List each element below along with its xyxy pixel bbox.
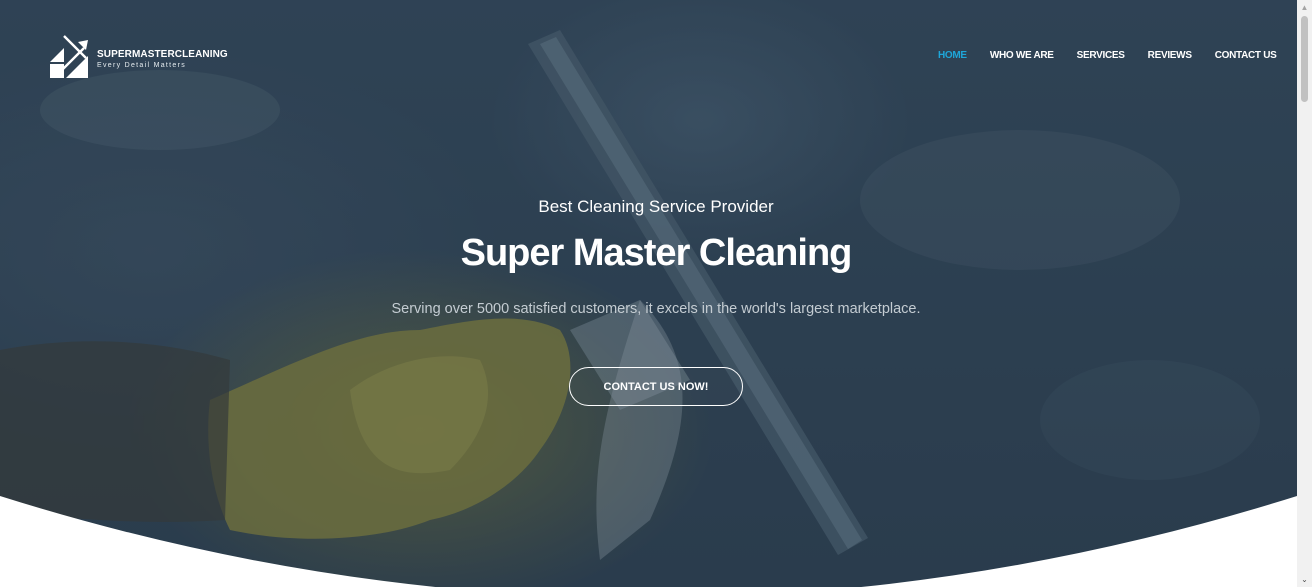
nav-item-reviews[interactable]: REVIEWS [1148,50,1192,61]
nav-item-home[interactable]: HOME [938,50,967,61]
brand-logo[interactable]: SUPERMASTERCLEANING Every Detail Matters [48,34,228,80]
brand-name: SUPERMASTERCLEANING [97,48,228,60]
page-scrollbar[interactable]: ▲ ⌄ [1297,0,1312,587]
hero-section [0,0,1297,587]
hero-title: Super Master Cleaning [460,232,853,274]
brand-text: SUPERMASTERCLEANING Every Detail Matters [97,49,228,70]
nav-item-contact-us[interactable]: CONTACT US [1215,50,1277,61]
chevron-down-icon[interactable]: ⌄ [1300,575,1309,584]
brand-tagline: Every Detail Matters [97,61,187,69]
chevron-up-icon[interactable]: ▲ [1300,3,1309,12]
contact-us-now-button[interactable]: CONTACT US NOW! [569,367,743,406]
hero-kicker: Best Cleaning Service Provider [538,197,774,216]
diamond-arrow-logo-icon [50,35,88,78]
nav-item-who-we-are[interactable]: WHO WE ARE [990,50,1054,61]
bottom-curve-divider [0,496,1297,587]
scrollbar-thumb[interactable] [1301,16,1308,102]
hero-subtitle: Serving over 5000 satisfied customers, i… [391,301,921,317]
nav-item-services[interactable]: SERVICES [1077,50,1125,61]
main-navigation: HOME WHO WE ARE SERVICES REVIEWS CONTACT… [938,50,1300,61]
